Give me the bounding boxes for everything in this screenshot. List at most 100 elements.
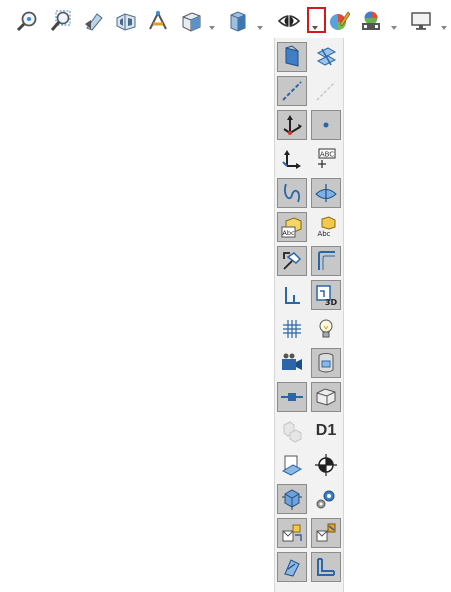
view-surfaces-button[interactable]	[311, 178, 341, 208]
view-mates-button[interactable]	[277, 484, 307, 514]
chevron-down-icon	[441, 26, 447, 30]
view-temporary-axes-icon	[316, 81, 336, 101]
view-mates-icon	[282, 489, 302, 510]
view-coordinate-systems-button[interactable]	[277, 144, 307, 174]
lightbulb-icon	[319, 319, 333, 338]
view-settings-button[interactable]	[408, 8, 434, 34]
view-sketch-patterns-button[interactable]	[277, 552, 307, 582]
view-sketch-planes-button[interactable]	[311, 42, 341, 72]
view-routing-connections-icon	[282, 524, 302, 542]
monitor-icon	[411, 12, 431, 30]
eye-icon	[278, 13, 300, 29]
view-dimension-names-text-button[interactable]: D1	[311, 416, 341, 446]
svg-text:ABC: ABC	[320, 151, 334, 159]
view-origins-button[interactable]	[277, 110, 307, 140]
center-of-mass-icon	[315, 454, 337, 476]
apply-scene-dropdown[interactable]	[390, 17, 400, 30]
view-sketch-dimensions-icon: Abc	[281, 217, 302, 238]
svg-text:Abc: Abc	[317, 230, 330, 238]
previous-view-button[interactable]	[81, 8, 107, 34]
view-decals-icon	[318, 353, 334, 373]
view-dimension-names-icon	[285, 287, 300, 304]
view-curves-icon	[284, 183, 300, 203]
view-grid-icon	[283, 320, 301, 338]
hide-show-items-button[interactable]	[276, 8, 302, 34]
view-weld-beads-icon	[283, 421, 302, 443]
view-parting-lines-icon	[281, 393, 303, 401]
hide-show-items-flyout: ABC Abc Abc 3D D1	[274, 38, 344, 592]
section-view-icon	[116, 13, 136, 31]
view-weld-beads-button[interactable]	[277, 416, 307, 446]
view-coordinate-systems-icon	[282, 150, 301, 169]
zoom-to-fit-button[interactable]	[14, 8, 40, 34]
view-sheet-metal-button[interactable]	[311, 552, 341, 582]
view-annotations-button[interactable]: ABC	[311, 144, 341, 174]
camera-icon	[282, 353, 302, 370]
view-sketch-button[interactable]	[277, 246, 307, 276]
section-view-button[interactable]	[113, 8, 139, 34]
view-axes-icon	[282, 81, 302, 101]
zoom-to-area-icon	[50, 10, 71, 31]
zoom-to-area-button[interactable]	[48, 8, 74, 34]
view-planes-icon	[285, 45, 299, 67]
view-orientation-dropdown[interactable]	[208, 17, 218, 30]
view-center-of-mass-button[interactable]	[311, 450, 341, 480]
view-routing-connections-button[interactable]	[277, 518, 307, 548]
view-lights-button[interactable]	[311, 314, 341, 344]
highlight-box	[307, 7, 326, 33]
view-temporary-axes-button[interactable]	[311, 76, 341, 106]
view-sheet-metal-icon	[317, 558, 335, 576]
view-sketch-icon	[283, 252, 302, 270]
display-style-button[interactable]	[225, 8, 251, 34]
view-live-section-planes-button[interactable]	[277, 450, 307, 480]
edit-appearance-button[interactable]	[326, 8, 352, 34]
view-points-button[interactable]	[311, 110, 341, 140]
view-routing-points-button[interactable]	[311, 246, 341, 276]
view-grid-button[interactable]	[277, 314, 307, 344]
view-mate-references-button[interactable]	[311, 484, 341, 514]
chevron-down-icon	[257, 26, 263, 30]
view-live-section-planes-icon	[281, 455, 303, 476]
heads-up-view-toolbar	[0, 0, 451, 40]
view-planes-button[interactable]	[277, 42, 307, 72]
view-3d-sketch-planes-icon: 3D	[316, 285, 338, 307]
edit-appearance-icon	[330, 11, 350, 30]
view-bounding-box-button[interactable]	[311, 382, 341, 412]
dynamic-annotation-icon	[149, 10, 167, 30]
apply-scene-button[interactable]	[358, 8, 384, 34]
view-parting-lines-button[interactable]	[277, 382, 307, 412]
display-style-dropdown[interactable]	[256, 17, 266, 30]
view-routing-points-icon	[318, 251, 335, 270]
view-cameras-button[interactable]	[277, 348, 307, 378]
dimension-names-label: D1	[315, 422, 337, 439]
view-dimension-names-button[interactable]	[277, 280, 307, 310]
view-sketch-dimensions-button[interactable]: Abc	[277, 212, 307, 242]
view-origins-icon	[283, 115, 302, 135]
view-orientation-button[interactable]	[178, 8, 204, 34]
view-bounding-box-icon	[316, 388, 336, 406]
view-settings-dropdown[interactable]	[440, 17, 450, 30]
view-decals-button[interactable]	[311, 348, 341, 378]
view-annotations-icon: ABC	[318, 148, 336, 168]
view-routing-mates-button[interactable]	[311, 518, 341, 548]
dynamic-annotation-button[interactable]	[145, 8, 171, 34]
view-sketch-relations-icon: Abc	[317, 216, 336, 238]
svg-text:Abc: Abc	[282, 229, 295, 237]
view-sketch-relations-button[interactable]: Abc	[311, 212, 341, 242]
view-axes-button[interactable]	[277, 76, 307, 106]
view-surfaces-icon	[315, 184, 337, 202]
gears-icon	[316, 490, 335, 509]
chevron-down-icon	[391, 26, 397, 30]
apply-scene-icon	[362, 11, 380, 30]
svg-text:3D: 3D	[325, 298, 338, 307]
view-sketch-planes-icon	[316, 47, 337, 66]
view-orientation-icon	[182, 12, 201, 32]
view-points-icon	[323, 122, 329, 128]
chevron-down-icon	[209, 26, 215, 30]
display-style-icon	[230, 11, 246, 32]
view-routing-mates-icon	[316, 523, 336, 542]
zoom-to-fit-icon	[16, 11, 37, 32]
view-curves-button[interactable]	[277, 178, 307, 208]
view-sketch-patterns-icon	[284, 559, 300, 577]
view-3d-sketch-planes-button[interactable]: 3D	[311, 280, 341, 310]
